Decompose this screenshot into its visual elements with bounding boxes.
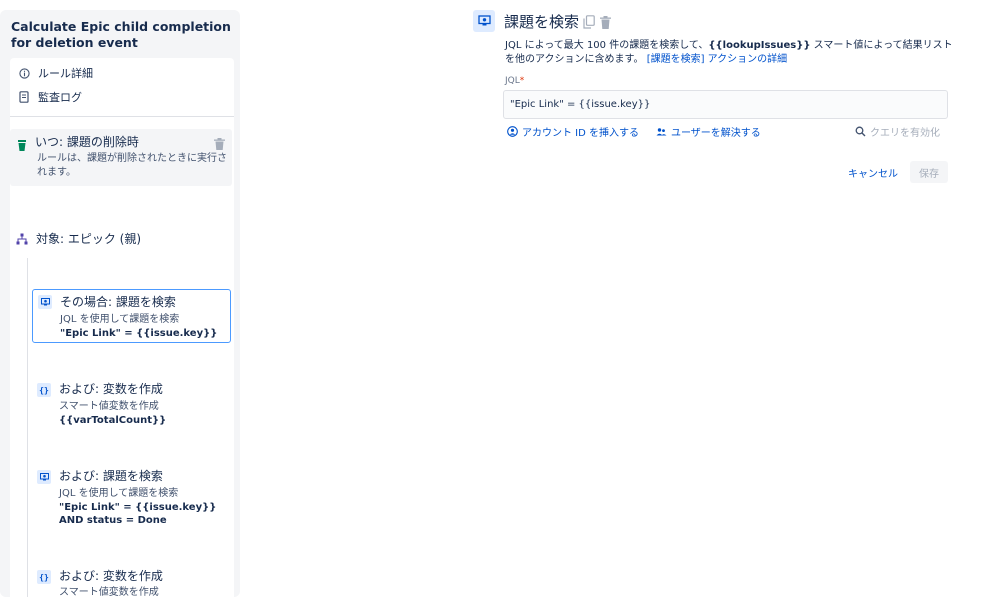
insert-account-id-label: アカウント ID を挿入する (522, 128, 640, 139)
action-detail: {{varTotalCount}} (59, 415, 167, 426)
users-icon (656, 126, 667, 137)
hierarchy-icon (16, 233, 28, 245)
panel-description: JQL によって最大 100 件の課題を検索して、{{lookupIssues}… (505, 39, 955, 67)
action-create-variable-1[interactable]: {} および: 変数を作成 スマート値変数を作成 {{varTotalCount… (32, 378, 231, 432)
nav-rule-details-label: ルール詳細 (38, 67, 93, 80)
braces-icon: {} (37, 383, 51, 397)
lookup-icon (37, 470, 51, 484)
cancel-button[interactable]: キャンセル (843, 161, 903, 183)
action-sub: スマート値変数を作成 (59, 587, 159, 597)
trash-trigger-icon (17, 136, 27, 155)
copy-icon[interactable] (583, 14, 595, 29)
save-button[interactable]: 保存 (910, 161, 948, 183)
action-detail: "Epic Link" = {{issue.key}} AND status =… (59, 502, 217, 526)
rule-title: Calculate Epic child completion for dele… (11, 19, 231, 50)
action-title: その場合: 課題を検索 (60, 295, 176, 309)
action-detail: "Epic Link" = {{issue.key}} (60, 328, 218, 339)
panel-title: 課題を検索 (504, 13, 580, 31)
rule-sidebar: Calculate Epic child completion for dele… (0, 10, 240, 597)
resolve-users-label: ユーザーを解決する (671, 128, 761, 139)
lookup-icon (38, 295, 52, 309)
jql-input[interactable] (503, 90, 948, 119)
search-icon (855, 126, 866, 137)
jql-label: JQL* (505, 76, 524, 86)
sidebar-scrollbar[interactable] (234, 58, 238, 597)
action-lookup-issues-2[interactable]: および: 課題を検索 JQL を使用して課題を検索 "Epic Link" = … (32, 465, 231, 529)
info-icon (18, 67, 30, 79)
nav-audit-log[interactable]: 監査ログ (18, 88, 82, 106)
nav-rule-details[interactable]: ルール詳細 (18, 64, 93, 82)
desc-text: JQL によって最大 100 件の課題を検索して、 (505, 40, 709, 51)
jql-label-text: JQL (505, 76, 520, 86)
branch-connector (27, 258, 28, 597)
action-title: および: 変数を作成 (59, 382, 163, 396)
action-sub: JQL を使用して課題を検索 (59, 488, 179, 499)
delete-icon[interactable] (600, 14, 612, 29)
braces-icon: {} (37, 570, 51, 584)
trigger-title: いつ: 課題の削除時 (35, 135, 139, 149)
smart-value: {{lookupIssues}} (708, 40, 811, 51)
action-docs-link[interactable]: [課題を検索] アクションの詳細 (647, 54, 787, 65)
rule-components: ルール詳細 監査ログ いつ: 課題の削除時 ルールは、課題が削除されたときに実行… (10, 58, 234, 597)
document-icon (18, 91, 30, 103)
resolve-users-button[interactable]: ユーザーを解決する (656, 124, 761, 139)
action-title: および: 変数を作成 (59, 569, 163, 583)
action-lookup-issues-1[interactable]: その場合: 課題を検索 JQL を使用して課題を検索 "Epic Link" =… (32, 289, 231, 343)
trigger-card[interactable]: いつ: 課題の削除時 ルールは、課題が削除されたときに実行されます。 (10, 129, 232, 186)
action-create-variable-2[interactable]: {} および: 変数を作成 スマート値変数を作成 (32, 565, 231, 597)
divider (10, 116, 234, 117)
action-sub: スマート値変数を作成 (59, 401, 159, 412)
action-title: および: 課題を検索 (59, 469, 163, 483)
required-marker: * (519, 76, 525, 86)
user-circle-icon (507, 126, 518, 137)
validate-query-button[interactable]: クエリを有効化 (855, 124, 940, 139)
branch-label: 対象: エピック (親) (36, 232, 142, 246)
nav-audit-log-label: 監査ログ (38, 91, 82, 104)
insert-account-id-button[interactable]: アカウント ID を挿入する (507, 124, 639, 139)
branch-row[interactable]: 対象: エピック (親) (16, 230, 141, 247)
trigger-description: ルールは、課題が削除されたときに実行されます。 (37, 153, 227, 178)
validate-query-label: クエリを有効化 (870, 128, 940, 139)
action-sub: JQL を使用して課題を検索 (60, 314, 180, 325)
lookup-icon (473, 10, 495, 32)
